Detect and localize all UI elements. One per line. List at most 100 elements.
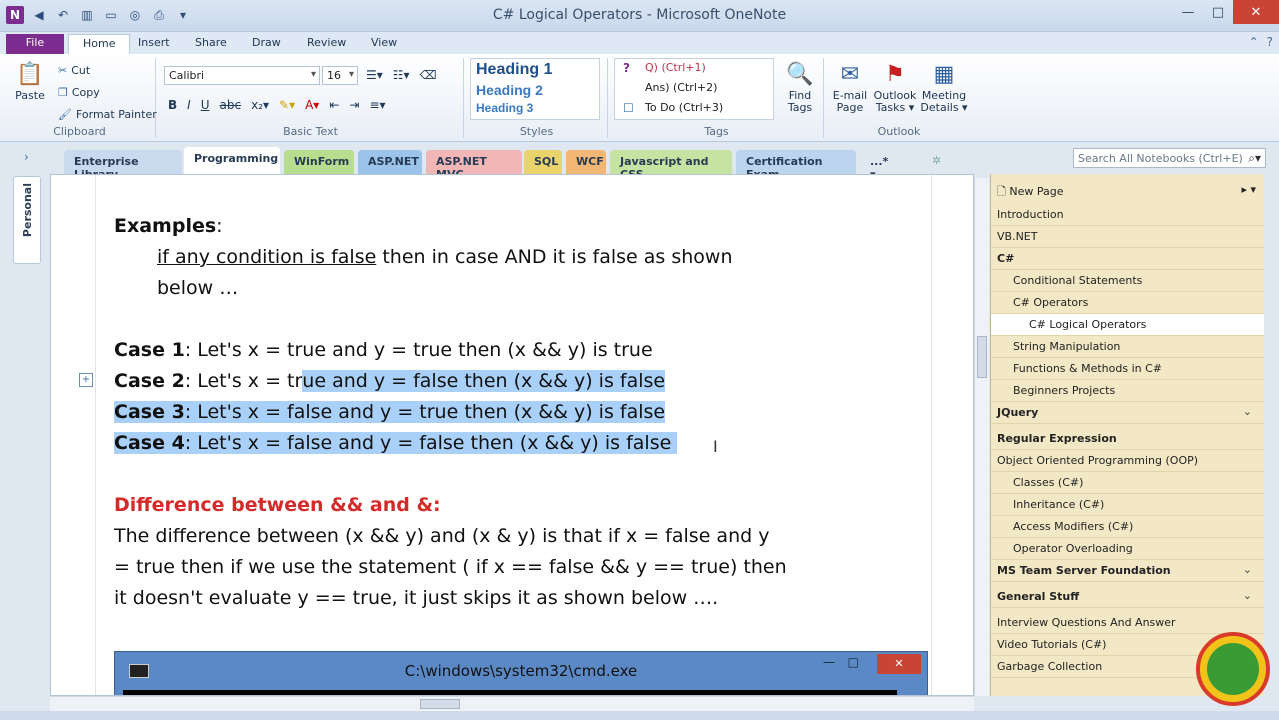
- underline-icon[interactable]: U: [201, 98, 210, 112]
- tag-todo[interactable]: ☐ To Do (Ctrl+3): [615, 99, 773, 119]
- section-tab[interactable]: Javascript and CSS: [610, 150, 732, 181]
- tag-question[interactable]: ? Q) (Ctrl+1): [615, 59, 773, 79]
- page-item[interactable]: Conditional Statements: [991, 270, 1264, 292]
- ribbon-collapse-icon[interactable]: ⌃: [1249, 35, 1259, 49]
- find-tags-icon: 🔍: [786, 62, 814, 87]
- tab-review[interactable]: Review: [293, 34, 360, 54]
- window-title: C# Logical Operators - Microsoft OneNote: [492, 7, 787, 23]
- case-1: Case 1: Let's x = true and y = true then…: [114, 339, 653, 361]
- section-tab[interactable]: Certification Exam: [736, 150, 856, 181]
- tags-label: Tags: [704, 125, 729, 138]
- page-item[interactable]: C# Operators: [991, 292, 1264, 314]
- section-tab[interactable]: SQL: [524, 150, 562, 174]
- section-tab[interactable]: ASP.NET: [358, 150, 422, 174]
- note-content[interactable]: Examples: if any condition is false then…: [114, 211, 914, 614]
- tab-insert[interactable]: Insert: [124, 34, 184, 54]
- basic-text-group: Calibri 16 ☰▾ ☷▾ ⌫ B I U abc x₂▾ ✎▾ A▾ ⇤…: [158, 58, 464, 138]
- new-page-dropdown-icon[interactable]: ▸ ▾: [1241, 183, 1256, 196]
- tab-view[interactable]: View: [357, 34, 411, 54]
- subscript-icon[interactable]: x₂▾: [251, 98, 269, 112]
- page-item[interactable]: Functions & Methods in C#: [991, 358, 1264, 380]
- section-tab[interactable]: ...* ▾: [860, 150, 900, 181]
- page-vertical-scrollbar[interactable]: [974, 178, 989, 696]
- tags-gallery[interactable]: ? Q) (Ctrl+1) Ans) (Ctrl+2) ☐ To Do (Ctrl+…: [614, 58, 774, 120]
- page-item[interactable]: MS Team Server Foundation ⌄: [991, 560, 1264, 582]
- align-icon[interactable]: ≡▾: [369, 98, 385, 112]
- font-name-select[interactable]: Calibri: [164, 66, 320, 85]
- search-icon[interactable]: ⌕▾: [1248, 151, 1261, 166]
- expand-nav-icon[interactable]: ›: [24, 150, 29, 164]
- increase-indent-icon[interactable]: ⇥: [349, 98, 359, 112]
- page-item[interactable]: Regular Expression: [991, 428, 1264, 450]
- page-item[interactable]: Classes (C#): [991, 472, 1264, 494]
- font-color-icon[interactable]: A▾: [305, 98, 319, 112]
- page-horizontal-scrollbar[interactable]: [50, 696, 974, 711]
- tab-draw[interactable]: Draw: [238, 34, 295, 54]
- title-bar: N ◀ ↶ ▥ ▭ ◎ ⎙ ▾ C# Logical Operators - M…: [0, 0, 1279, 32]
- cmd-screenshot: C:\windows\system32\cmd.exe — □ ✕: [114, 651, 928, 695]
- bullets-icon[interactable]: ☰▾: [366, 68, 383, 82]
- page-item[interactable]: Inheritance (C#): [991, 494, 1264, 516]
- collapse-chevron-icon[interactable]: ⌄: [1243, 405, 1252, 418]
- font-size-select[interactable]: 16: [322, 66, 358, 85]
- paste-button[interactable]: 📋 Paste: [10, 62, 50, 102]
- brush-icon: 🖌: [58, 108, 72, 121]
- tab-file[interactable]: File: [6, 34, 64, 54]
- ribbon: 📋 Paste ✂ Cut ❐ Copy 🖌 Format Painter Clipb…: [0, 54, 1279, 142]
- copy-button[interactable]: ❐ Copy: [58, 86, 100, 99]
- style-heading-2[interactable]: Heading 2: [471, 81, 599, 100]
- section-tab[interactable]: ASP.NET MVC: [426, 150, 522, 181]
- page-item[interactable]: Beginners Projects: [991, 380, 1264, 402]
- style-heading-3[interactable]: Heading 3: [471, 100, 599, 117]
- minimize-button[interactable]: —: [1173, 0, 1203, 24]
- outlook-tasks-button[interactable]: ⚑ Outlook Tasks ▾: [872, 62, 918, 114]
- page-item[interactable]: Interview Questions And Answer: [991, 612, 1264, 634]
- page-item[interactable]: Introduction: [991, 204, 1264, 226]
- page-item[interactable]: General Stuff ⌄: [991, 586, 1264, 608]
- format-painter-button[interactable]: 🖌 Format Painter: [58, 108, 157, 121]
- collapse-chevron-icon[interactable]: ⌄: [1243, 589, 1252, 602]
- calendar-icon: ▦: [933, 62, 955, 87]
- notebook-tab-personal[interactable]: Personal: [13, 176, 41, 264]
- meeting-details-button[interactable]: ▦ Meeting Details ▾: [918, 62, 970, 114]
- section-tab[interactable]: Enterprise Library: [64, 150, 182, 181]
- page-item[interactable]: C# Logical Operators: [991, 314, 1264, 336]
- page-item[interactable]: Access Modifiers (C#): [991, 516, 1264, 538]
- tab-share[interactable]: Share: [181, 34, 241, 54]
- help-icon[interactable]: ?: [1267, 35, 1273, 49]
- collapse-chevron-icon[interactable]: ⌄: [1243, 563, 1252, 576]
- new-page-button[interactable]: 🗋 New Page ▸ ▾: [991, 180, 1264, 202]
- search-notebooks-input[interactable]: Search All Notebooks (Ctrl+E) ⌕▾: [1073, 148, 1266, 168]
- email-page-button[interactable]: ✉ E-mail Page: [828, 62, 872, 114]
- cmd-minimize-icon: —: [823, 655, 835, 669]
- tag-answer[interactable]: Ans) (Ctrl+2): [615, 79, 773, 99]
- outline-handle-icon[interactable]: +: [79, 373, 93, 387]
- page-item[interactable]: String Manipulation: [991, 336, 1264, 358]
- page-item[interactable]: Object Oriented Programming (OOP): [991, 450, 1264, 472]
- page-canvas[interactable]: + Examples: if any condition is false th…: [50, 174, 974, 696]
- numbering-icon[interactable]: ☷▾: [393, 68, 410, 82]
- cut-button[interactable]: ✂ Cut: [58, 64, 90, 77]
- decrease-indent-icon[interactable]: ⇤: [329, 98, 339, 112]
- italic-icon[interactable]: I: [187, 98, 191, 112]
- style-heading-1[interactable]: Heading 1: [471, 59, 599, 81]
- ribbon-tabs: File Home Insert Share Draw Review View …: [0, 32, 1279, 54]
- section-tab[interactable]: WinForm: [284, 150, 354, 174]
- page-item[interactable]: JQuery ⌄: [991, 402, 1264, 424]
- strikethrough-icon[interactable]: abc: [220, 98, 242, 112]
- section-tab[interactable]: Programming: [184, 147, 280, 174]
- clear-formatting-icon[interactable]: ⌫: [420, 68, 437, 82]
- page-item[interactable]: VB.NET: [991, 226, 1264, 248]
- page-item[interactable]: C#: [991, 248, 1264, 270]
- maximize-button[interactable]: □: [1203, 0, 1233, 24]
- new-page-icon: 🗋: [997, 185, 1006, 198]
- find-tags-button[interactable]: 🔍 Find Tags: [780, 62, 820, 114]
- styles-gallery[interactable]: Heading 1 Heading 2 Heading 3: [470, 58, 600, 120]
- tab-home[interactable]: Home: [68, 34, 131, 54]
- highlight-icon[interactable]: ✎▾: [279, 98, 295, 112]
- section-tab[interactable]: WCF: [566, 150, 606, 174]
- bold-icon[interactable]: B: [168, 98, 177, 112]
- page-item[interactable]: Operator Overloading: [991, 538, 1264, 560]
- close-button[interactable]: ✕: [1233, 0, 1279, 24]
- new-section-icon[interactable]: ✲: [932, 154, 941, 167]
